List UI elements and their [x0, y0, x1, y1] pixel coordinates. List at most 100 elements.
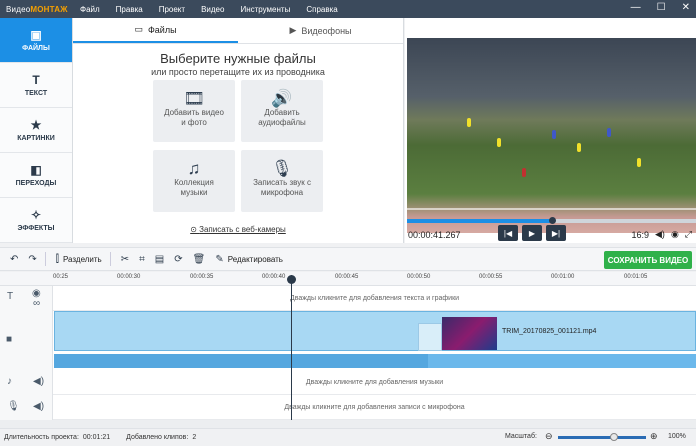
cut-icon[interactable]: ✂: [121, 254, 129, 265]
tab-files[interactable]: ▭ Файлы: [73, 18, 238, 43]
next-icon[interactable]: ▶|: [546, 225, 566, 241]
mic-track[interactable]: Дважды кликните для добавления записи с …: [53, 395, 696, 420]
music-volume-icon[interactable]: ◀): [33, 376, 44, 387]
add-audio-button[interactable]: 🔊 Добавить аудиофайлы: [241, 80, 323, 142]
ruler-tick: 00:00:35: [190, 274, 214, 280]
undo-icon[interactable]: ↶: [10, 254, 18, 265]
music-track-hint: Дважды кликните для добавления музыки: [305, 378, 444, 386]
split-button[interactable]: Разделить: [63, 255, 102, 264]
progress-handle[interactable]: [548, 217, 556, 224]
tile-label: Добавить аудиофайлы: [258, 108, 306, 127]
clip-audio-waveform-first: [54, 354, 428, 368]
minimize-icon[interactable]: —: [631, 2, 641, 13]
volume-icon[interactable]: ◀): [655, 229, 665, 240]
music-track[interactable]: Дважды кликните для добавления музыки: [53, 370, 696, 395]
progress-fill: [407, 219, 552, 223]
pitch-line: [407, 208, 696, 210]
zoom-label: Масштаб:: [505, 433, 537, 440]
playhead[interactable]: [291, 275, 292, 420]
zoom-slider[interactable]: [558, 436, 646, 439]
zoom-slider-handle[interactable]: [610, 433, 618, 441]
record-mic-button[interactable]: 🎙 Записать звук с микрофона: [241, 150, 323, 212]
ruler-tick: 00:01:00: [551, 274, 575, 280]
add-video-photo-button[interactable]: 🎞 Добавить видео и фото: [153, 80, 235, 142]
player-time: 00:00:41.267: [408, 230, 461, 240]
ruler-tick: 00:01:05: [624, 274, 648, 280]
track-headers: T ◉ ∞ ■ ♪ ◀) 🎙 ◀): [0, 286, 53, 420]
redo-icon[interactable]: ↷: [28, 254, 36, 265]
clip-thumbnail-transition: [418, 323, 442, 351]
edit-button[interactable]: Редактировать: [228, 255, 283, 264]
clips-value: 2: [192, 434, 197, 441]
webcam-label: Записать с веб-камеры: [199, 225, 286, 234]
timeline-scrollbar[interactable]: [0, 420, 696, 428]
sidebar-item-text[interactable]: T ТЕКСТ: [0, 63, 72, 108]
player-figure: [577, 143, 581, 152]
sidebar-item-label: ТЕКСТ: [24, 90, 48, 97]
menu-file[interactable]: Файл: [80, 5, 100, 14]
text-track-hint: Дважды кликните для добавления текста и …: [289, 294, 460, 302]
timeline-ruler[interactable]: 00:25 00:00:30 00:00:35 00:00:40 00:00:4…: [0, 272, 696, 286]
timeline-tracks: T ◉ ∞ ■ ♪ ◀) 🎙 ◀) Дважды кликните для до…: [0, 286, 696, 420]
sidebar: ▣ ФАЙЛЫ T ТЕКСТ ★ КАРТИНКИ ◧ ПЕРЕХОДЫ ✧ ЭФФЕК…: [0, 18, 73, 243]
app-logo: ВидеоМОНТАЖ: [0, 5, 80, 14]
video-preview[interactable]: [407, 38, 696, 233]
edit-icon[interactable]: ✎: [215, 254, 223, 265]
zoom-in-icon[interactable]: ⊕: [650, 431, 658, 442]
menu-tools[interactable]: Инструменты: [240, 5, 290, 14]
text-track[interactable]: Дважды кликните для добавления текста и …: [53, 286, 696, 311]
menu-video[interactable]: Видео: [201, 5, 224, 14]
rotate-icon[interactable]: ⟳: [174, 254, 182, 265]
music-icon: ♫: [187, 159, 201, 178]
aspect-ratio-select[interactable]: 16:9: [631, 230, 649, 240]
fullscreen-icon[interactable]: ⤢: [685, 229, 692, 240]
previous-icon[interactable]: |◀: [498, 225, 518, 241]
files-tabs: ▭ Файлы ▶ Видеофоны: [73, 18, 403, 44]
separator: [44, 252, 46, 266]
save-video-button[interactable]: СОХРАНИТЬ ВИДЕО: [604, 251, 692, 269]
mic-track-icon: 🎙: [7, 401, 20, 412]
video-clip[interactable]: TRIM_20170825_001121.mp4: [54, 311, 696, 351]
record-webcam-link[interactable]: ⊙ Записать с веб-камеры: [73, 225, 403, 234]
menu-help[interactable]: Справка: [306, 5, 337, 14]
zoom-value: 100%: [668, 433, 686, 440]
music-collection-button[interactable]: ♫ Коллекция музыки: [153, 150, 235, 212]
maximize-icon[interactable]: ☐: [657, 2, 666, 13]
playhead-handle[interactable]: [287, 275, 296, 284]
video-progress-bar[interactable]: [407, 217, 696, 224]
tile-label: Коллекция музыки: [174, 178, 214, 197]
star-icon: ★: [30, 118, 42, 132]
player-figure: [607, 128, 611, 137]
close-icon[interactable]: ✕: [682, 2, 690, 13]
status-bar: Длительность проекта: 00:01:21 Добавлено…: [0, 428, 696, 446]
zoom-out-icon[interactable]: ⊖: [545, 431, 553, 442]
menu-edit[interactable]: Правка: [116, 5, 143, 14]
split-icon[interactable]: ⫿: [56, 254, 59, 265]
sidebar-item-label: ФАЙЛЫ: [22, 45, 50, 52]
crop-icon[interactable]: ⌗: [139, 254, 145, 265]
delete-icon[interactable]: 🗑: [193, 254, 206, 265]
video-icon: ▶: [289, 25, 297, 35]
mic-volume-icon[interactable]: ◀): [33, 401, 44, 412]
sidebar-item-label: ПЕРЕХОДЫ: [15, 180, 57, 187]
menu-project[interactable]: Проект: [159, 5, 185, 14]
copy-icon[interactable]: ▤: [155, 254, 164, 265]
clip-thumbnail: [442, 317, 497, 350]
clips-label: Добавлено клипов:: [126, 434, 189, 441]
tab-video-backgrounds[interactable]: ▶ Видеофоны: [238, 18, 403, 43]
film-icon: 🎞: [183, 89, 205, 108]
link-icon[interactable]: ∞: [33, 298, 40, 309]
sidebar-item-effects[interactable]: ✧ ЭФФЕКТЫ: [0, 198, 72, 243]
sidebar-item-pictures[interactable]: ★ КАРТИНКИ: [0, 108, 72, 153]
sidebar-item-files[interactable]: ▣ ФАЙЛЫ: [0, 18, 72, 63]
camera-icon[interactable]: ◉: [671, 229, 679, 240]
play-icon[interactable]: ▶: [522, 225, 542, 241]
player-right-controls: 16:9 ◀) ◉ ⤢: [631, 229, 692, 240]
tile-label: Записать звук с микрофона: [253, 178, 311, 197]
sidebar-item-transitions[interactable]: ◧ ПЕРЕХОДЫ: [0, 153, 72, 198]
ruler-tick: 00:00:30: [117, 274, 141, 280]
title-bar: ВидеоМОНТАЖ Файл Правка Проект Видео Инс…: [0, 0, 696, 18]
tile-label: Добавить видео и фото: [164, 108, 224, 127]
player-figure: [552, 130, 556, 139]
ruler-tick: 00:00:40: [262, 274, 286, 280]
